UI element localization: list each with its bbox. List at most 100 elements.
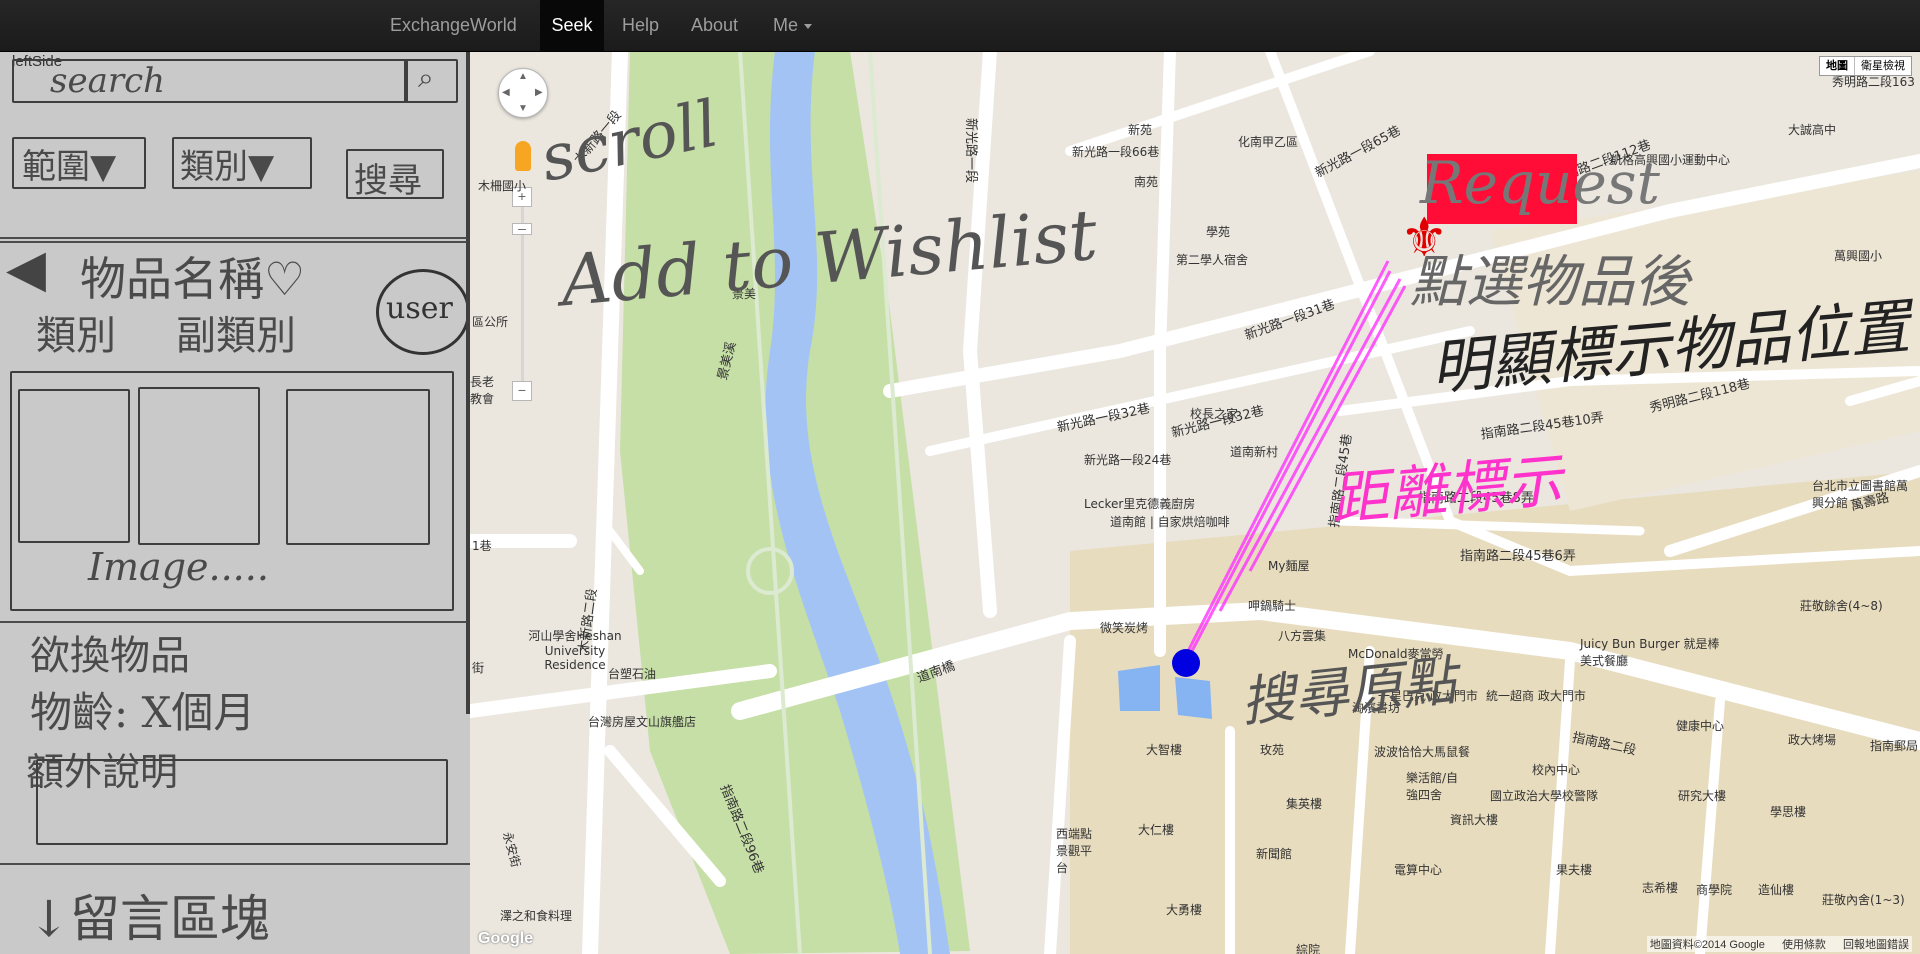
map-place-label: 台塑石油: [608, 667, 657, 681]
map-place-label: 志希樓: [1642, 881, 1679, 895]
map-place-label: 大誠高中: [1788, 123, 1837, 137]
top-navbar: ExchangeWorld Seek Help About Me: [0, 0, 1920, 52]
map-place-label: 呷鍋騎士: [1248, 599, 1297, 613]
map-place-label: 區公所: [472, 315, 509, 329]
search-icon: ⌕: [418, 61, 434, 94]
map-place-label: 八方雲集: [1278, 629, 1327, 643]
map-place-label: 玫苑: [1260, 743, 1285, 757]
map-place-label: 造仙樓: [1758, 883, 1795, 897]
image-thumbnail[interactable]: [18, 389, 130, 543]
map-place-label: 新苑: [1128, 123, 1153, 137]
map-place-label: Juicy Bun Burger 就是棒美式餐廳: [1580, 637, 1720, 668]
map-place-label: 國立政治大學校警隊: [1490, 789, 1599, 803]
map-place-label: 資訊大樓: [1450, 813, 1499, 827]
map-place-label: 街: [472, 661, 485, 675]
map-place-label: 萬興國小: [1834, 249, 1883, 263]
map-place-label: 新光路一段66巷: [1072, 145, 1160, 159]
caret-down-icon: [804, 23, 813, 29]
street-view-pegman-icon[interactable]: [515, 141, 531, 171]
zoom-out-button[interactable]: −: [512, 381, 532, 401]
item-name: 物品名稱♡: [80, 252, 306, 306]
map-place-label: 果夫樓: [1556, 863, 1593, 877]
pan-up-icon[interactable]: ▲: [518, 71, 528, 82]
map-place-label: 商學院: [1696, 883, 1733, 897]
user-avatar-label: user: [386, 291, 453, 326]
map-place-label: 學苑: [1206, 225, 1231, 239]
map-place-label: Lecker里克德義廚房: [1084, 497, 1196, 511]
map-place-label: 大勇樓: [1166, 903, 1203, 917]
divider: [0, 237, 470, 239]
search-placeholder: search: [50, 61, 166, 101]
map-place-label: 微笑炭烤: [1100, 621, 1149, 635]
map-place-label: 1巷: [472, 539, 492, 553]
item-category: 類別: [36, 313, 116, 359]
map-place-label: 統一超商 政大門市: [1486, 689, 1586, 703]
pan-down-icon[interactable]: ▼: [518, 103, 528, 114]
map-place-label: 校內中心: [1532, 763, 1581, 777]
map-place-label: 學思樓: [1770, 805, 1807, 819]
map-place-label: 新聞館: [1256, 847, 1293, 861]
item-subcategory: 副類別: [176, 313, 296, 359]
map-place-label: 指南路二段45巷6弄: [1460, 549, 1576, 564]
map-place-label: 道南新村: [1230, 445, 1279, 459]
item-age-label: 物齡: X個月: [30, 688, 256, 737]
map-place-label: 研究大樓: [1678, 789, 1727, 803]
description-box: [36, 759, 448, 845]
images-label: Image.....: [88, 545, 269, 589]
map-place-label: 政大烤場: [1788, 733, 1837, 747]
pan-right-icon[interactable]: ▶: [535, 87, 543, 98]
pan-left-icon[interactable]: ◀: [502, 87, 510, 98]
divider: [0, 863, 470, 865]
nav-seek[interactable]: Seek: [540, 0, 604, 51]
range-dropdown-label: 範圍▼: [22, 147, 117, 187]
image-thumbnail[interactable]: [138, 387, 260, 545]
map-place-label: 新光路一段24巷: [1084, 453, 1172, 467]
map-attribution: 地圖資料©2014 Google 使用條款 回報地圖錯誤: [1646, 936, 1912, 952]
map-place-label: 健康中心: [1676, 719, 1725, 733]
nav-me-label: Me: [773, 15, 799, 35]
report-error-link[interactable]: 回報地圖錯誤: [1843, 939, 1909, 951]
map-place-label: 西端點景觀平台: [1056, 827, 1093, 875]
wanted-items-label: 欲換物品: [30, 633, 190, 679]
pan-control[interactable]: ▲ ▼ ◀ ▶: [498, 68, 548, 118]
comment-section-label: ↓留言區塊: [28, 890, 270, 948]
left-panel-sketch: leftSide search ⌕ 範圍▼ 類別▼ 搜尋 ◀ 物品名稱♡ 類別 …: [0, 51, 470, 954]
map-place-label: 大智樓: [1146, 743, 1183, 757]
map-place-label: 化南甲乙區: [1238, 135, 1299, 149]
map-place-label: 長老教會: [470, 375, 495, 406]
panel-scrollbar[interactable]: [466, 51, 470, 714]
category-dropdown-label: 類別▼: [180, 147, 275, 187]
map-data-credit: 地圖資料©2014 Google: [1649, 939, 1765, 951]
map-place-label: 第二學人宿舍: [1176, 253, 1249, 267]
map-place-label: 波波恰恰大馬鼠餐: [1374, 745, 1471, 759]
nav-about[interactable]: About: [691, 0, 738, 51]
map-place-label: 台灣房屋文山旗艦店: [588, 715, 697, 729]
nav-help[interactable]: Help: [622, 0, 659, 51]
map-place-label: 綜院: [1296, 943, 1321, 954]
image-thumbnail[interactable]: [286, 389, 430, 545]
map-place-label: 電算中心: [1394, 863, 1443, 877]
map-place-label: 集英樓: [1286, 797, 1323, 811]
map-place-label: 秀明路二段163: [1832, 75, 1915, 89]
map-place-label: 莊敬內舍(1~3): [1822, 893, 1905, 907]
map-place-label: 南苑: [1134, 175, 1159, 189]
request-label: Request: [1420, 149, 1660, 217]
map-canvas[interactable]: ▲ ▼ ◀ ▶ + – − 地圖 衛星檢視 新光路一段65巷 新光路一段66巷 …: [470, 51, 1920, 954]
map-place-label: My麵屋: [1268, 559, 1310, 573]
search-submit-label: 搜尋: [354, 161, 422, 201]
search-origin-marker[interactable]: [1172, 649, 1200, 677]
google-logo: Google: [478, 930, 534, 947]
map-place-label: 莊敬餘舍(4~8): [1800, 599, 1883, 613]
back-arrow-icon[interactable]: ◀: [6, 239, 46, 299]
nav-me-dropdown[interactable]: Me: [773, 0, 813, 51]
map-place-label: 大仁樓: [1138, 823, 1175, 837]
map-place-label: 木柵國小: [478, 179, 527, 193]
map-place-label: 樂活館/自強四舍: [1406, 771, 1459, 802]
zoom-slider-handle[interactable]: –: [512, 221, 532, 235]
map-place-label: 道南館 | 自家烘焙咖啡: [1110, 515, 1230, 529]
map-place-label: 指南郵局: [1870, 739, 1919, 753]
terms-link[interactable]: 使用條款: [1782, 939, 1826, 951]
brand-link[interactable]: ExchangeWorld: [390, 0, 517, 51]
map-place-label: 澤之和食料理: [500, 909, 573, 923]
map-place-label: 新光路一段: [963, 117, 979, 184]
